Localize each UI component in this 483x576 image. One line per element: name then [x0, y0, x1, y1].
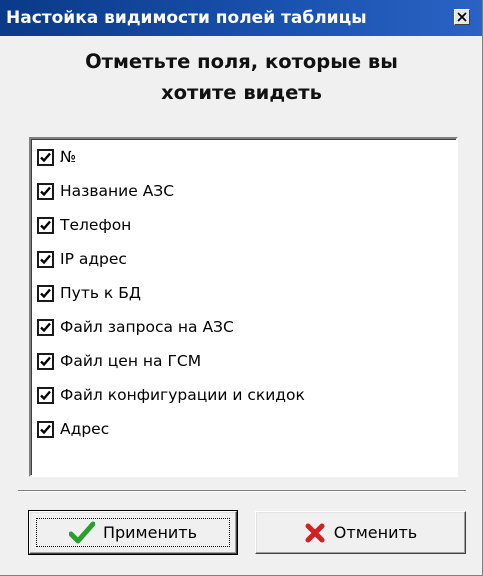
fields-checklist[interactable]: № Название АЗС Телефон IP адрес Путь к Б… — [29, 137, 458, 477]
checkmark-icon — [40, 220, 51, 230]
field-item-request-file[interactable]: Файл запроса на АЗС — [37, 317, 234, 337]
field-item-label: Название АЗС — [60, 182, 175, 200]
close-button[interactable] — [454, 9, 470, 25]
field-item-fuel-prices-file[interactable]: Файл цен на ГСМ — [37, 351, 201, 371]
cross-icon — [305, 523, 325, 542]
focus-rectangle — [36, 518, 230, 547]
field-item-label: Телефон — [60, 216, 132, 234]
checkbox[interactable] — [37, 284, 54, 302]
checkmark-icon — [40, 390, 51, 400]
close-icon — [457, 12, 467, 22]
checkmark-icon — [40, 322, 51, 332]
checkbox[interactable] — [37, 386, 54, 404]
separator — [18, 490, 466, 492]
field-item-ip-address[interactable]: IP адрес — [37, 249, 127, 269]
field-item-label: № — [60, 148, 77, 166]
field-item-label: Файл цен на ГСМ — [60, 352, 202, 370]
field-item-address[interactable]: Адрес — [37, 419, 109, 439]
checkmark-icon — [40, 254, 51, 264]
checkmark-icon — [40, 186, 51, 196]
cancel-button[interactable]: Отменить — [255, 511, 466, 554]
window-title: Настойка видимости полей таблицы — [6, 8, 367, 28]
field-item-number[interactable]: № — [37, 147, 76, 167]
field-item-label: Адрес — [60, 420, 110, 438]
checkbox[interactable] — [37, 182, 54, 200]
field-item-label: IP адрес — [60, 250, 127, 268]
checkbox[interactable] — [37, 318, 54, 336]
field-item-phone[interactable]: Телефон — [37, 215, 131, 235]
checkbox[interactable] — [37, 148, 54, 166]
instruction-heading: Отметьте поля, которые вы хотите видеть — [0, 46, 483, 108]
checkmark-icon — [40, 288, 51, 298]
checkbox[interactable] — [37, 420, 54, 438]
field-item-label: Файл запроса на АЗС — [60, 318, 234, 336]
checkmark-icon — [40, 152, 51, 162]
field-item-db-path[interactable]: Путь к БД — [37, 283, 141, 303]
instruction-line-1: Отметьте поля, которые вы — [85, 50, 398, 73]
title-bar[interactable]: Настойка видимости полей таблицы — [0, 0, 482, 36]
field-item-station-name[interactable]: Название АЗС — [37, 181, 174, 201]
checkmark-icon — [40, 356, 51, 366]
checkbox[interactable] — [37, 250, 54, 268]
field-item-label: Путь к БД — [60, 284, 141, 302]
field-item-label: Файл конфигурации и скидок — [60, 386, 305, 404]
cancel-button-label: Отменить — [333, 523, 418, 542]
checkbox[interactable] — [37, 216, 54, 234]
field-item-config-file[interactable]: Файл конфигурации и скидок — [37, 385, 305, 405]
apply-button[interactable]: Применить — [28, 510, 238, 555]
dialog-window: Настойка видимости полей таблицы Отметьт… — [0, 0, 483, 576]
instruction-line-2: хотите видеть — [161, 81, 322, 104]
checkbox[interactable] — [37, 352, 54, 370]
checkmark-icon — [40, 424, 51, 434]
